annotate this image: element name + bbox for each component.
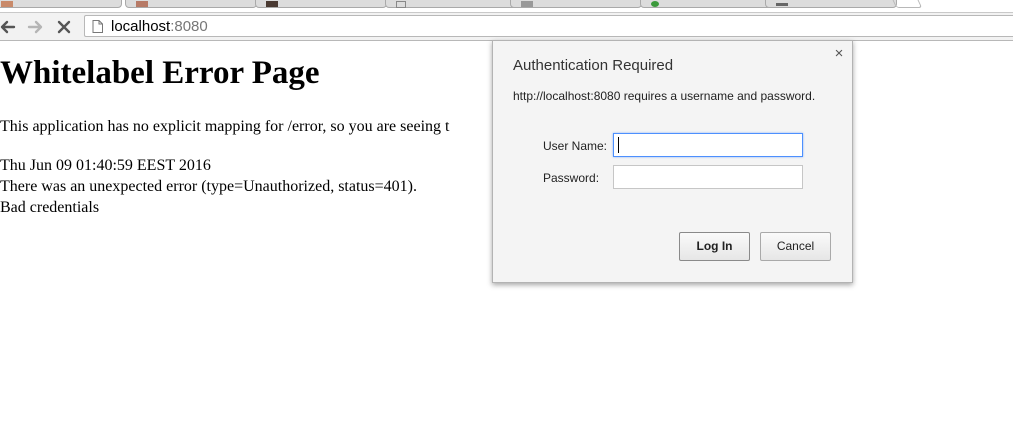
browser-tab[interactable] [255, 0, 387, 8]
error-message: Bad credentials [0, 199, 100, 216]
browser-toolbar: localhost:8080 [0, 12, 1013, 41]
tab-favicon-icon [776, 3, 788, 6]
error-status-line: There was an unexpected error (type=Unau… [0, 178, 417, 195]
password-field[interactable] [613, 165, 803, 189]
url-port: :8080 [170, 18, 208, 35]
forward-arrow-icon [27, 20, 43, 34]
page-icon [92, 20, 103, 33]
tab-favicon-icon [266, 1, 278, 7]
stop-loading-button[interactable] [54, 17, 74, 37]
auth-dialog: Authentication Required × http://localho… [492, 40, 853, 283]
error-timestamp: Thu Jun 09 01:40:59 EEST 2016 [0, 157, 211, 174]
cancel-button[interactable]: Cancel [760, 232, 831, 261]
tab-favicon-icon [651, 1, 659, 7]
browser-tab[interactable] [0, 0, 122, 8]
close-icon[interactable]: × [832, 46, 846, 61]
back-arrow-icon [0, 20, 16, 34]
tab-strip [0, 0, 1013, 12]
username-field[interactable] [613, 133, 803, 157]
forward-button[interactable] [25, 17, 45, 37]
error-details: Thu Jun 09 01:40:59 EEST 2016 There was … [0, 155, 417, 218]
tab-favicon-icon [136, 1, 148, 7]
tab-favicon-icon [521, 1, 533, 7]
login-button[interactable]: Log In [679, 232, 750, 261]
browser-tab[interactable] [510, 0, 642, 8]
browser-tab[interactable] [640, 0, 772, 8]
page-title: Whitelabel Error Page [0, 55, 320, 91]
password-label: Password: [543, 171, 600, 185]
tab-favicon-icon [1, 1, 13, 7]
tab-favicon-icon [396, 1, 406, 8]
url-text: localhost:8080 [111, 18, 208, 35]
error-description: This application has no explicit mapping… [0, 118, 450, 135]
browser-tab[interactable] [125, 0, 257, 8]
dialog-title: Authentication Required [513, 57, 674, 74]
text-caret [618, 137, 619, 153]
url-host: localhost [111, 18, 171, 35]
username-label: User Name: [543, 139, 608, 153]
close-x-icon [57, 20, 71, 34]
browser-tab[interactable] [765, 0, 897, 8]
dialog-message: http://localhost:8080 requires a usernam… [513, 89, 816, 103]
address-bar[interactable]: localhost:8080 [84, 15, 1013, 37]
browser-tab[interactable] [385, 0, 517, 8]
back-button[interactable] [0, 17, 18, 37]
